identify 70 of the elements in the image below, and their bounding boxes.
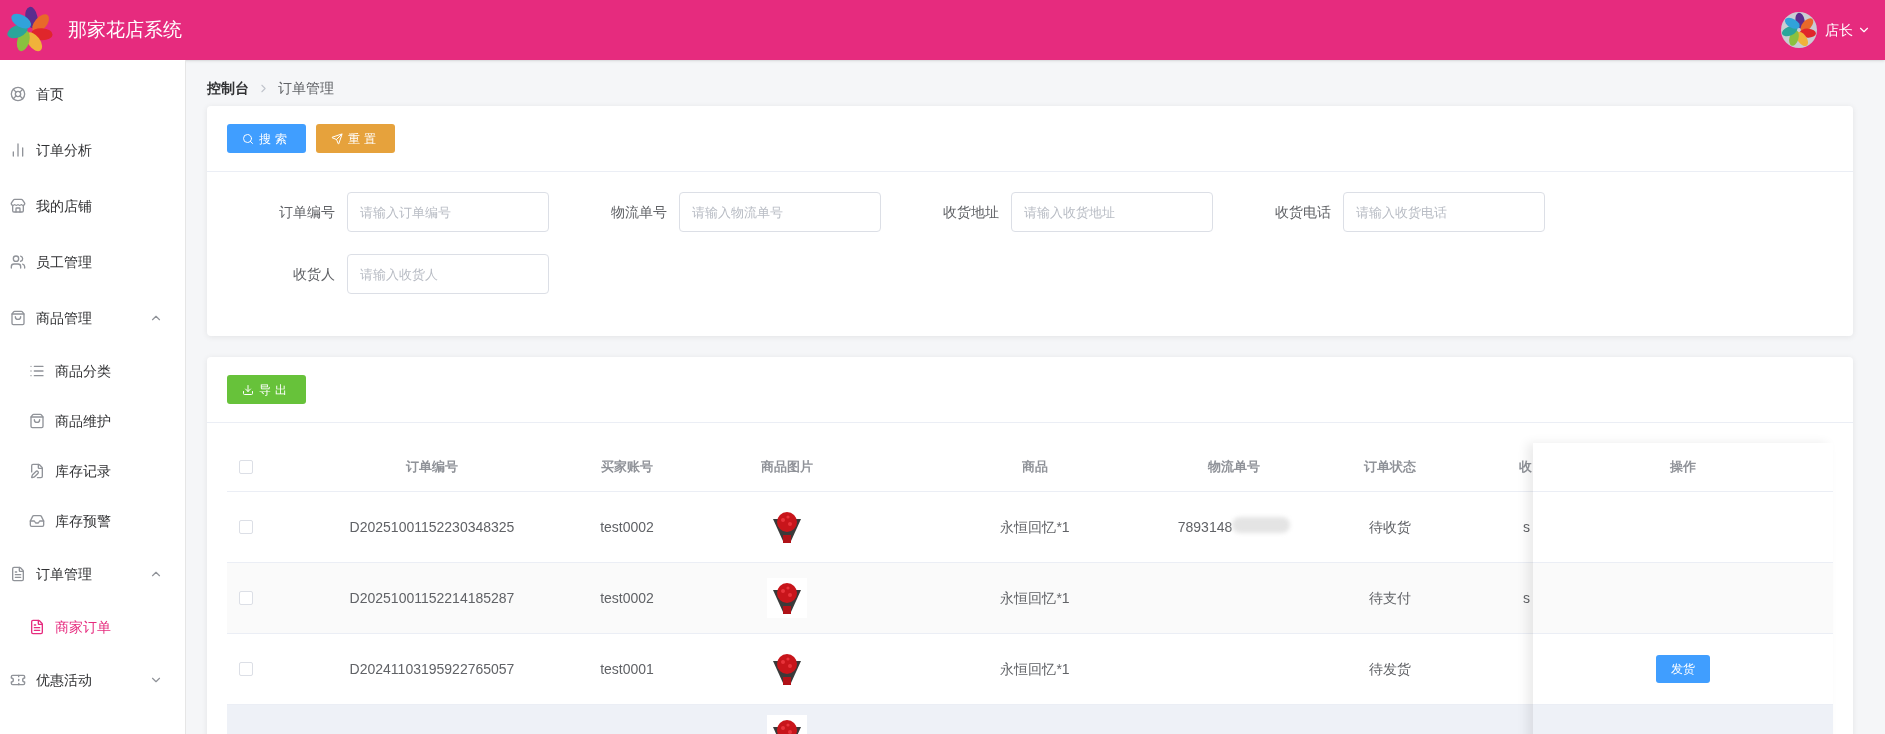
table-cell-text: 永恒回忆*1 <box>1000 588 1070 608</box>
table-cell-text: D20251001152214185287 <box>349 588 515 608</box>
document-edit-icon <box>29 463 45 479</box>
sidebar-item[interactable]: 订单分析 <box>0 122 185 178</box>
column-header: 订单编号 <box>406 458 458 477</box>
table-cell-text: D20251001152230348325 <box>349 517 515 537</box>
sidebar-subitem[interactable]: 库存预警 <box>0 496 185 546</box>
field-label: 收货电话 <box>1274 202 1332 222</box>
column-header: 操作 <box>1670 458 1696 477</box>
inbox-icon <box>29 513 45 529</box>
column-header: 收 <box>1518 458 1532 477</box>
column-header: 物流单号 <box>1208 458 1260 477</box>
table-cell-text: s <box>1523 517 1530 537</box>
sidebar-item[interactable]: 优惠活动 <box>0 652 185 708</box>
store-icon <box>10 198 26 214</box>
table-cell-text: 永恒回忆*1 <box>1000 517 1070 537</box>
input-field[interactable]: 请输入收货地址 <box>1011 192 1213 232</box>
sidebar-item[interactable]: 订单管理 <box>0 546 185 602</box>
sidebar-item[interactable]: 商品管理 <box>0 290 185 346</box>
bar-chart-icon <box>10 142 26 158</box>
field-label: 订单编号 <box>278 202 336 222</box>
sidebar-subitem[interactable]: 商品分类 <box>0 346 185 396</box>
sidebar-subitem[interactable]: 商家订单 <box>0 602 185 652</box>
users-icon <box>10 254 26 270</box>
table-cell-text: test0001 <box>600 659 654 679</box>
ticket-icon <box>10 672 26 688</box>
checkbox[interactable] <box>239 662 253 676</box>
download-icon <box>242 383 254 396</box>
avatar-icon <box>1781 12 1817 48</box>
field-label: 物流单号 <box>610 202 668 222</box>
document-icon <box>10 566 26 582</box>
sidebar-item[interactable]: 我的店铺 <box>0 178 185 234</box>
checkbox[interactable] <box>239 460 253 474</box>
search-icon <box>242 132 254 145</box>
input-field[interactable]: 请输入物流单号 <box>679 192 881 232</box>
breadcrumb-item[interactable]: 控制台 <box>207 77 249 99</box>
checkbox[interactable] <box>239 591 253 605</box>
user-menu[interactable]: 店长 <box>1825 19 1871 41</box>
app-title: 那家花店系统 <box>68 17 182 42</box>
bag-icon <box>10 310 26 326</box>
logo-icon <box>6 6 54 54</box>
sidebar-item[interactable]: 首页 <box>0 66 185 122</box>
table-cell-text: D20241103195922765057 <box>349 659 515 679</box>
table-cell-text: 永恒回忆*1 <box>1000 659 1070 679</box>
breadcrumb-item: 订单管理 <box>278 78 334 98</box>
lifebuoy-icon <box>10 86 26 102</box>
input-field[interactable]: 请输入收货人 <box>347 254 549 294</box>
sidebar-subitem[interactable]: 库存记录 <box>0 446 185 496</box>
input-field[interactable]: 请输入订单编号 <box>347 192 549 232</box>
sidebar-item[interactable]: 员工管理 <box>0 234 185 290</box>
column-header: 买家账号 <box>601 458 653 477</box>
send-icon <box>331 132 343 145</box>
bag-icon <box>29 413 45 429</box>
document-icon <box>29 619 45 635</box>
table-cell-text: test0002 <box>600 517 654 537</box>
table-cell-text: 待发货 <box>1369 659 1411 679</box>
sidebar-subitem[interactable]: 商品维护 <box>0 396 185 446</box>
table-cell-text: test0002 <box>600 588 654 608</box>
column-header: 商品图片 <box>761 458 813 477</box>
field-label: 收货人 <box>292 264 336 284</box>
table-cell-text: 待支付 <box>1369 588 1411 608</box>
table-cell-text: 待收货 <box>1369 517 1411 537</box>
table-cell-text: s <box>1523 588 1530 608</box>
field-label: 收货地址 <box>942 202 1000 222</box>
column-header: 商品 <box>1022 458 1048 477</box>
column-header: 订单状态 <box>1364 458 1416 477</box>
checkbox[interactable] <box>239 520 253 534</box>
list-icon <box>29 363 45 379</box>
table-cell-text: 7893148 <box>1177 517 1233 537</box>
input-field[interactable]: 请输入收货电话 <box>1343 192 1545 232</box>
